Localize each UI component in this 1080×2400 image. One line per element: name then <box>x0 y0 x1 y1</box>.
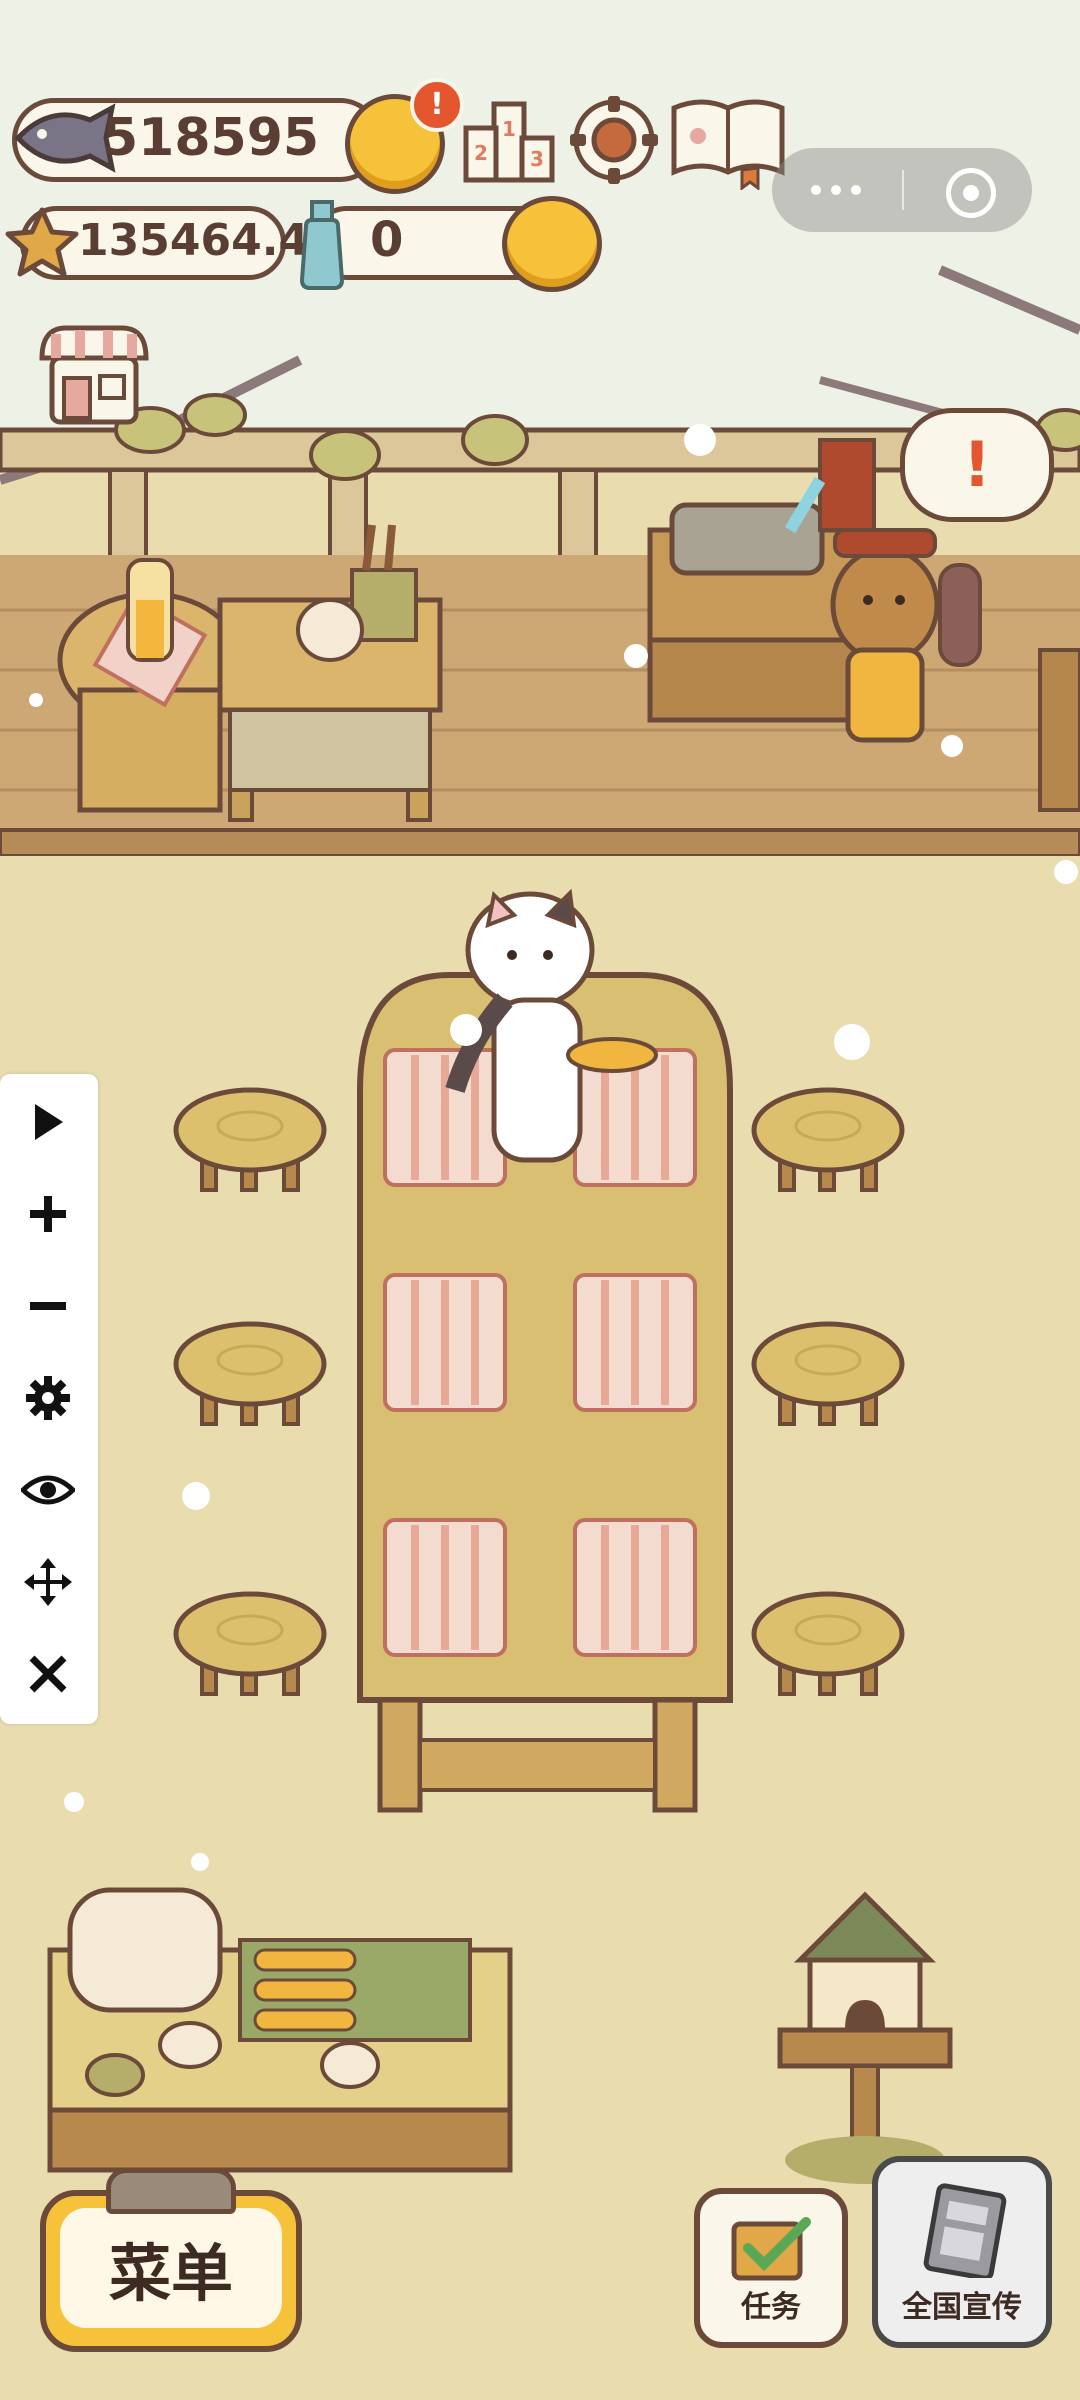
seat-stool[interactable] <box>172 1584 328 1704</box>
newspaper-icon <box>923 2183 1007 2278</box>
svg-text:3: 3 <box>530 147 544 171</box>
star-icon <box>5 207 79 277</box>
svg-text:1: 1 <box>502 117 516 141</box>
capsule-divider <box>902 170 904 210</box>
order-alert-bubble[interactable]: ! <box>900 408 1054 522</box>
bottle-icon <box>299 200 345 290</box>
shop-icon[interactable] <box>36 318 152 428</box>
seat-stool[interactable] <box>172 1080 328 1200</box>
tasks-button[interactable]: 任务 <box>694 2188 848 2348</box>
recipe-book-icon[interactable] <box>668 92 788 190</box>
play-icon[interactable] <box>0 1082 96 1162</box>
seat-stool[interactable] <box>750 1314 906 1434</box>
side-toolbar <box>0 1074 98 1724</box>
checklist-icon <box>731 2217 811 2281</box>
menu-button[interactable]: 菜单 <box>40 2168 302 2352</box>
gear-icon[interactable] <box>0 1358 96 1438</box>
bottle-currency-value: 0 <box>370 212 404 268</box>
move-icon[interactable] <box>0 1542 96 1622</box>
game-scene <box>0 0 1080 2400</box>
fish-currency-value: 518595 <box>102 108 320 168</box>
svg-text:2: 2 <box>474 141 488 165</box>
add-bottle-button[interactable] <box>502 196 602 292</box>
seat-stool[interactable] <box>750 1080 906 1200</box>
settings-gear-icon[interactable] <box>568 94 660 186</box>
national-promotion-button[interactable]: 全国宣传 <box>872 2156 1052 2348</box>
national-promotion-label: 全国宣传 <box>902 2290 1022 2325</box>
tasks-button-label: 任务 <box>741 2290 801 2325</box>
more-options-icon[interactable] <box>806 176 866 204</box>
ranking-podium-icon[interactable]: 1 2 3 <box>460 96 556 186</box>
clip-icon <box>106 2168 236 2214</box>
close-icon[interactable] <box>0 1634 96 1714</box>
order-alert-mark: ! <box>962 428 992 501</box>
notification-badge: ! <box>410 78 464 132</box>
eye-icon[interactable] <box>0 1450 96 1530</box>
zoom-out-icon[interactable] <box>0 1266 96 1346</box>
seat-stool[interactable] <box>172 1314 328 1434</box>
zoom-in-icon[interactable] <box>0 1174 96 1254</box>
star-currency-value: 135464.4 <box>78 215 310 266</box>
mini-program-capsule <box>772 148 1032 232</box>
seat-stool[interactable] <box>750 1584 906 1704</box>
close-mini-program-icon[interactable] <box>946 168 996 218</box>
menu-button-label: 菜单 <box>108 2237 233 2310</box>
